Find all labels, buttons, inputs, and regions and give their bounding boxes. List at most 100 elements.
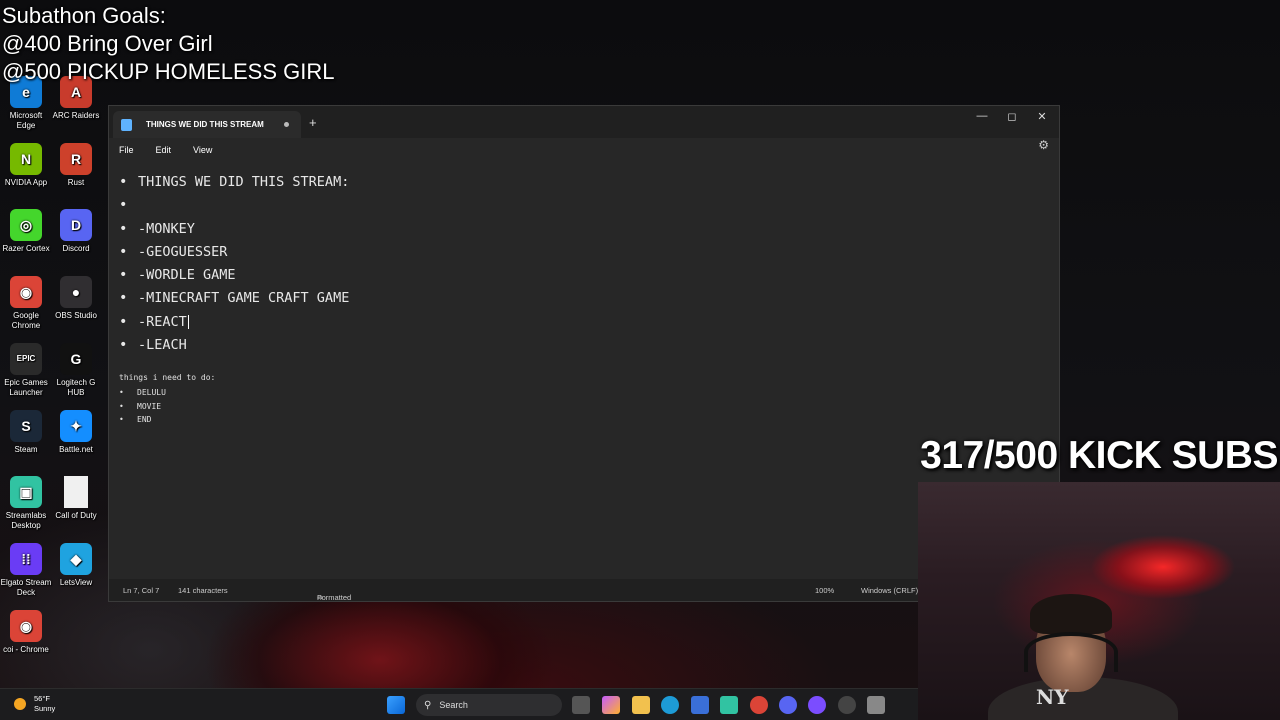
text-caret — [187, 314, 189, 329]
sun-icon — [14, 698, 26, 710]
desktop-icon-call-of-duty[interactable]: Call of Duty — [50, 476, 102, 521]
desktop-icon-label: Logitech G HUB — [56, 377, 96, 397]
settings-taskbar-icon[interactable] — [867, 696, 885, 714]
task-view-icon[interactable] — [572, 696, 590, 714]
epic-icon: EPIC — [10, 342, 42, 375]
tab-things-we-did[interactable]: THINGS WE DID THIS STREAM — [113, 111, 301, 138]
text-editor[interactable]: THINGS WE DID THIS STREAM: -MONKEY -GEOG… — [109, 161, 1059, 579]
discord-taskbar-icon[interactable] — [779, 696, 797, 714]
copilot-icon[interactable] — [602, 696, 620, 714]
desktop-icon-label: Elgato Stream Deck — [0, 577, 52, 597]
desktop-icon-rust[interactable]: R Rust — [50, 142, 102, 188]
close-icon[interactable]: ✕ — [1027, 110, 1057, 123]
new-tab-button[interactable]: + — [309, 115, 317, 130]
line-ending[interactable]: Windows (CRLF) — [861, 586, 918, 595]
list-item: -WORDLE GAME — [119, 264, 1049, 288]
menu-file[interactable]: File — [119, 145, 134, 155]
kick-subs-counter: 317/500 KICK SUBS — [920, 434, 1278, 477]
list-item: -MONKEY — [119, 218, 1049, 242]
desktop-icon-label: NVIDIA App — [4, 177, 48, 187]
desktop-icon-razer-cortex[interactable]: ◎ Razer Cortex — [0, 209, 52, 254]
subathon-goals-overlay: Subathon Goals: @400 Bring Over Girl @50… — [2, 2, 335, 86]
goals-title: Subathon Goals: — [2, 3, 166, 28]
gear-icon[interactable]: ⚙ — [1038, 138, 1049, 152]
steam-icon: S — [10, 409, 42, 442]
desktop-icon-nvidia-app[interactable]: N NVIDIA App — [0, 142, 52, 188]
tab-title: THINGS WE DID THIS STREAM — [146, 120, 264, 129]
list-item: -GEOGUESSER — [119, 241, 1049, 265]
status-bar: Ln 7, Col 7 141 characters ➩ Formatted 1… — [109, 579, 1059, 602]
desktop-icon-epic-games-launcher[interactable]: EPIC Epic Games Launcher — [0, 342, 52, 398]
desktop-icon-label: Razer Cortex — [2, 244, 50, 254]
streamer-hair — [1030, 594, 1112, 634]
desktop-icon-label: Steam — [14, 444, 38, 454]
battlenet-icon: ✦ — [60, 409, 92, 442]
desktop-icon-obs-studio[interactable]: ● OBS Studio — [50, 276, 102, 321]
desktop-icon-label: Google Chrome — [11, 311, 41, 331]
app-taskbar-icon[interactable] — [808, 696, 826, 714]
desktop-icon-coi-chrome[interactable]: ◉ coi - Chrome — [0, 609, 52, 655]
weather-widget[interactable]: 56°F Sunny — [14, 694, 55, 714]
chrome-icon: ◉ — [10, 276, 42, 309]
nvidia-icon: N — [10, 142, 42, 175]
chrome-taskbar-icon[interactable] — [750, 696, 768, 714]
file-icon — [64, 476, 88, 509]
list-item: THINGS WE DID THIS STREAM: — [119, 171, 1049, 195]
obs-icon: ● — [60, 276, 92, 309]
menu-edit[interactable]: Edit — [156, 145, 172, 155]
desktop-icon-label: Call of Duty — [55, 511, 97, 521]
razer-icon: ◎ — [10, 209, 42, 242]
streamlabs-taskbar-icon[interactable] — [720, 696, 738, 714]
desktop-icon-label: Epic Games Launcher — [4, 377, 48, 397]
desktop-icon-logitech-g-hub[interactable]: G Logitech G HUB — [50, 342, 102, 398]
minimize-icon[interactable]: — — [967, 110, 997, 122]
desktop-icon-google-chrome[interactable]: ◉ Google Chrome — [0, 276, 52, 331]
menu-view[interactable]: View — [193, 145, 212, 155]
cursor-position: Ln 7, Col 7 — [123, 586, 160, 595]
goal-400: @400 Bring Over Girl — [2, 31, 213, 56]
desktop-icon-elgato-stream-deck[interactable]: ⁞⁞ Elgato Stream Deck — [0, 542, 52, 598]
list-item — [119, 194, 1049, 218]
zoom-level[interactable]: 100% — [815, 586, 834, 595]
discord-icon: D — [60, 209, 92, 242]
desktop-icon-streamlabs-desktop[interactable]: ▣ Streamlabs Desktop — [0, 476, 52, 531]
list-item: -MINECRAFT GAME CRAFT GAME — [119, 287, 1049, 311]
notepad-icon — [121, 118, 132, 131]
desktop-icon-label: OBS Studio — [55, 311, 97, 321]
desktop-icon-letsview[interactable]: ◆ LetsView — [50, 542, 102, 588]
unsaved-dot-icon[interactable] — [284, 122, 289, 127]
maximize-icon[interactable]: ◻ — [997, 110, 1027, 123]
chrome-icon: ◉ — [10, 609, 42, 642]
list-item: -REACT — [119, 311, 1049, 334]
title-bar[interactable]: THINGS WE DID THIS STREAM + — ◻ ✕ — [109, 106, 1059, 138]
desktop-icon-label: LetsView — [59, 577, 93, 587]
character-count: 141 characters — [178, 586, 228, 595]
desktop-icon-steam[interactable]: S Steam — [0, 409, 52, 455]
desktop-icon-label: Rust — [67, 177, 85, 187]
desktop-icon-label: Streamlabs Desktop — [5, 511, 47, 531]
rust-icon: R — [60, 142, 92, 175]
letsview-icon: ◆ — [60, 542, 92, 575]
desktop-icon-label: Microsoft Edge — [9, 111, 43, 130]
list-item: MOVIE — [119, 400, 1049, 414]
ny-logo: NY — [1036, 685, 1069, 709]
headset — [1024, 632, 1118, 672]
menu-bar: File Edit View — [109, 138, 1059, 161]
windows-start-icon[interactable] — [387, 696, 405, 714]
obs-taskbar-icon[interactable] — [838, 696, 856, 714]
todo-list: DELULU MOVIE END — [119, 386, 1049, 426]
taskbar-search[interactable]: ⚲ Search — [416, 694, 562, 716]
store-icon[interactable] — [691, 696, 709, 714]
list-item: DELULU — [119, 386, 1049, 400]
search-icon: ⚲ — [424, 699, 432, 711]
desktop-icon-label: Discord — [62, 244, 90, 254]
stream-list: THINGS WE DID THIS STREAM: -MONKEY -GEOG… — [119, 171, 1049, 358]
goal-500: @500 PICKUP HOMELESS GIRL — [2, 59, 335, 84]
desktop-icon-label: coi - Chrome — [3, 644, 49, 654]
desktop-icon-discord[interactable]: D Discord — [50, 209, 102, 254]
desktop-icon-battle-net[interactable]: ✦ Battle.net — [50, 409, 102, 455]
streamdeck-icon: ⁞⁞ — [10, 542, 42, 575]
todo-heading: things i need to do: — [119, 373, 216, 383]
edge-taskbar-icon[interactable] — [661, 696, 679, 714]
file-explorer-icon[interactable] — [632, 696, 650, 714]
